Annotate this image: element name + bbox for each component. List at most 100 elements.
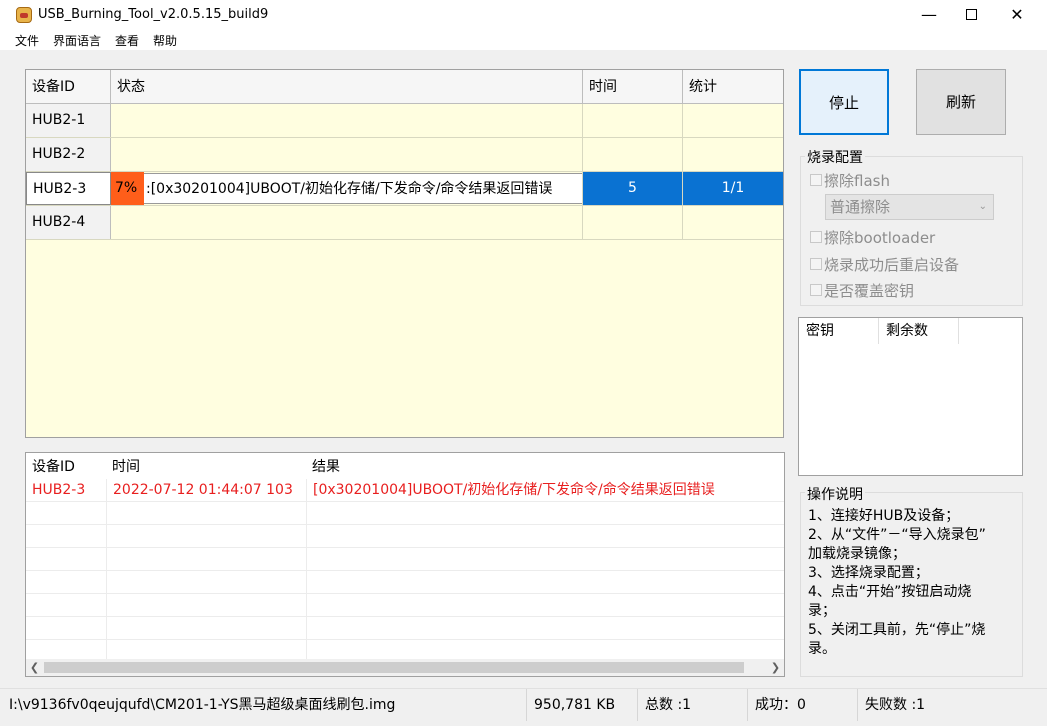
erase-bootloader-label: 擦除bootloader xyxy=(824,229,936,247)
instruction-line: 录。 xyxy=(808,641,836,657)
log-row-empty xyxy=(26,571,784,594)
instruction-line: 3、选择烧录配置； xyxy=(808,565,929,581)
menu-help[interactable]: 帮助 xyxy=(153,32,177,49)
log-header-result[interactable]: 结果 xyxy=(306,455,340,479)
log-result: [0x30201004]UBOOT/初始化存储/下发命令/命令结果返回错误 xyxy=(313,482,715,498)
status-total: 总数 :1 xyxy=(638,689,748,721)
menu-language[interactable]: 界面语言 xyxy=(53,32,101,49)
checkbox-icon xyxy=(810,231,822,243)
status-bar: I:\v9136fv0qeujqufd\CM201-1-YS黑马超级桌面线刷包.… xyxy=(0,688,1047,726)
refresh-button[interactable]: 刷新 xyxy=(916,69,1006,135)
device-stat xyxy=(683,104,783,137)
log-cell xyxy=(107,617,307,640)
log-row-empty xyxy=(26,617,784,640)
close-button[interactable]: ✕ xyxy=(994,0,1040,30)
device-id: HUB2-3 xyxy=(26,172,111,205)
erase-mode-select[interactable]: 普通擦除 ⌄ xyxy=(825,194,994,220)
erase-flash-label: 擦除flash xyxy=(824,172,890,190)
progress-indicator: 7% xyxy=(111,172,144,205)
scroll-right-icon[interactable]: ❯ xyxy=(767,659,784,676)
grid-header: 设备ID 状态 时间 统计 xyxy=(26,70,783,104)
device-row[interactable]: HUB2-1 xyxy=(26,104,783,138)
device-id: HUB2-1 xyxy=(26,104,111,137)
log-cell xyxy=(107,502,307,525)
minimize-button[interactable]: — xyxy=(906,0,952,30)
log-cell xyxy=(107,548,307,571)
checkbox-icon xyxy=(810,258,822,270)
device-status: 7%:[0x30201004]UBOOT/初始化存储/下发命令/命令结果返回错误 xyxy=(111,172,583,205)
reboot-after-label: 烧录成功后重启设备 xyxy=(824,256,960,274)
device-row[interactable]: HUB2-4 xyxy=(26,206,783,240)
maximize-icon xyxy=(965,8,977,20)
menu-bar: 文件 界面语言 查看 帮助 xyxy=(0,30,1047,50)
log-cell xyxy=(26,571,107,594)
status-success: 成功：0 xyxy=(748,689,858,721)
header-key[interactable]: 密钥 xyxy=(799,318,879,344)
device-id: HUB2-2 xyxy=(26,138,111,171)
log-cell xyxy=(26,502,107,525)
result-log[interactable]: 设备ID 时间 结果 HUB2-3 2022-07-12 01:44:07 10… xyxy=(25,452,785,677)
checkbox-icon xyxy=(810,284,822,296)
erase-mode-value: 普通擦除 xyxy=(830,198,891,216)
window-title: USB_Burning_Tool_v2.0.5.15_build9 xyxy=(38,7,269,22)
log-device-id: HUB2-3 xyxy=(26,479,107,502)
maximize-button[interactable] xyxy=(948,0,994,30)
device-status xyxy=(111,104,583,137)
chevron-down-icon: ⌄ xyxy=(978,201,987,212)
device-row[interactable]: HUB2-2 xyxy=(26,138,783,172)
erase-bootloader-checkbox[interactable]: 擦除bootloader xyxy=(810,227,935,248)
log-cell xyxy=(107,525,307,548)
device-grid[interactable]: 设备ID 状态 时间 统计 HUB2-1 HUB2-2 HUB2-3 7%:[0… xyxy=(25,69,784,438)
title-bar: USB_Burning_Tool_v2.0.5.15_build9 — ✕ xyxy=(0,0,1047,30)
stop-button[interactable]: 停止 xyxy=(799,69,889,135)
instruction-line: 5、关闭工具前，先“停止”烧 xyxy=(808,622,986,638)
status-file-size: 950,781 KB xyxy=(527,689,638,721)
header-device-id[interactable]: 设备ID xyxy=(26,70,111,104)
status-image-path: I:\v9136fv0qeujqufd\CM201-1-YS黑马超级桌面线刷包.… xyxy=(0,689,527,721)
overwrite-key-label: 是否覆盖密钥 xyxy=(824,282,915,300)
burn-config-title: 烧录配置 xyxy=(805,147,865,167)
instruction-line: 加载烧录镜像； xyxy=(808,546,906,562)
device-time xyxy=(583,138,683,171)
status-fail: 失败数 :1 xyxy=(865,697,926,713)
log-header-device-id[interactable]: 设备ID xyxy=(26,455,75,479)
header-time[interactable]: 时间 xyxy=(583,70,683,104)
menu-view[interactable]: 查看 xyxy=(115,32,139,49)
scrollbar-thumb[interactable] xyxy=(44,662,744,673)
status-message: :[0x30201004]UBOOT/初始化存储/下发命令/命令结果返回错误 xyxy=(144,173,582,204)
log-cell xyxy=(107,594,307,617)
header-remaining[interactable]: 剩余数 xyxy=(879,318,959,344)
device-time xyxy=(583,206,683,239)
instruction-line: 1、连接好HUB及设备； xyxy=(808,508,960,524)
instructions-text: 1、连接好HUB及设备； 2、从“文件”－“导入烧录包” 加载烧录镜像； 3、选… xyxy=(808,507,1013,659)
erase-flash-checkbox[interactable]: 擦除flash xyxy=(810,170,890,191)
log-cell xyxy=(26,594,107,617)
instruction-line: 4、点击“开始”按钮启动烧 xyxy=(808,584,972,600)
device-time: 5 xyxy=(583,172,683,205)
keys-list[interactable]: 密钥 剩余数 xyxy=(798,317,1023,476)
horizontal-scrollbar[interactable]: ❮ ❯ xyxy=(26,659,784,676)
app-icon xyxy=(16,7,32,23)
checkbox-icon xyxy=(810,174,822,186)
menu-file[interactable]: 文件 xyxy=(15,32,39,49)
log-row[interactable]: HUB2-3 2022-07-12 01:44:07 103 [0x302010… xyxy=(26,479,784,502)
header-status[interactable]: 状态 xyxy=(111,70,583,104)
instruction-line: 录； xyxy=(808,603,836,619)
instructions-title: 操作说明 xyxy=(805,484,865,504)
device-stat: 1/1 xyxy=(683,172,783,205)
device-time xyxy=(583,104,683,137)
log-row-empty xyxy=(26,594,784,617)
log-cell xyxy=(26,548,107,571)
log-cell xyxy=(107,571,307,594)
device-row-active[interactable]: HUB2-3 7%:[0x30201004]UBOOT/初始化存储/下发命令/命… xyxy=(26,172,783,206)
device-stat xyxy=(683,206,783,239)
log-cell xyxy=(26,617,107,640)
instruction-line: 2、从“文件”－“导入烧录包” xyxy=(808,527,986,543)
log-row-empty xyxy=(26,525,784,548)
log-header-time[interactable]: 时间 xyxy=(106,455,140,479)
scroll-left-icon[interactable]: ❮ xyxy=(26,659,43,676)
header-stat[interactable]: 统计 xyxy=(683,70,783,104)
device-id: HUB2-4 xyxy=(26,206,111,239)
overwrite-key-checkbox[interactable]: 是否覆盖密钥 xyxy=(810,280,914,301)
reboot-after-checkbox[interactable]: 烧录成功后重启设备 xyxy=(810,254,959,275)
